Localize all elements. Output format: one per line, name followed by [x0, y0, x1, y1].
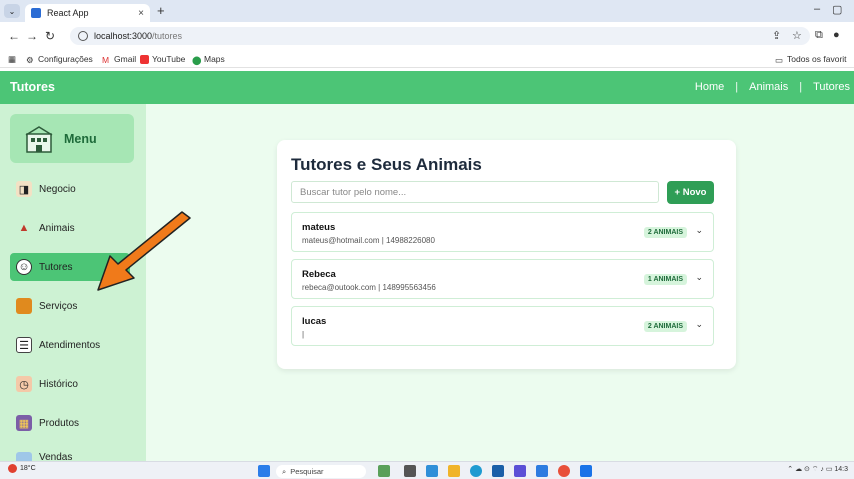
top-nav: Home | Animais | Tutores — [695, 81, 850, 93]
tutor-row[interactable]: lucas | 2 ANIMAIS ⌄ — [291, 306, 714, 346]
tutor-row[interactable]: Rebeca rebeca@outook.com | 148995563456 … — [291, 259, 714, 299]
apps-icon[interactable]: ▦ — [8, 54, 16, 65]
tutor-icon: ☺ — [16, 259, 32, 275]
main-content: Tutores e Seus Animais Buscar tutor pelo… — [146, 104, 854, 461]
menu-title: Menu — [64, 131, 97, 146]
tutor-name: Rebeca — [302, 269, 336, 280]
folder-icon: ▭ — [775, 54, 784, 65]
app-icon[interactable] — [404, 465, 416, 477]
new-tab-button[interactable]: + — [157, 3, 165, 18]
bookmark-configuracoes[interactable]: ⚙ Configurações — [26, 54, 93, 65]
annotation-arrow-icon — [97, 211, 191, 291]
animal-count-badge: 2 ANIMAIS — [643, 227, 687, 238]
system-tray[interactable]: ⌃ ☁ ⊙ ⌔ ♪ ▭ 14:3 — [787, 465, 848, 474]
url-field[interactable]: localhost:3000/tutores — [70, 27, 810, 45]
weather-widget[interactable]: 18°C — [8, 464, 36, 473]
search-input[interactable]: Buscar tutor pelo nome... — [291, 181, 659, 203]
chevron-down-icon[interactable]: ⌄ — [695, 272, 703, 283]
menu-header: Menu — [10, 114, 134, 163]
store-icon[interactable] — [492, 465, 504, 477]
browser-tab-bar: ⌄ React App × + – ▢ — [0, 0, 854, 22]
app-icon[interactable] — [514, 465, 526, 477]
tab-menu-icon[interactable]: ⌄ — [4, 4, 20, 18]
profile-icon[interactable]: ● — [833, 29, 840, 41]
browser-tab[interactable]: React App × — [25, 4, 150, 22]
url-host: localhost:3000 — [94, 31, 153, 41]
taskbar-search[interactable]: ⌕ Pesquisar — [276, 465, 366, 478]
sidebar-item-produtos[interactable]: ▦ Produtos — [16, 415, 79, 431]
extensions-icon[interactable]: ⧉ — [815, 29, 823, 42]
bookmark-youtube[interactable]: YouTube — [140, 54, 185, 64]
tutor-contact: rebeca@outook.com | 148995563456 — [302, 283, 436, 292]
bookmark-gmail[interactable]: M Gmail — [102, 54, 136, 65]
back-icon[interactable]: ← — [8, 29, 20, 43]
reload-icon[interactable]: ↻ — [45, 29, 55, 43]
clock: 14:3 — [834, 466, 848, 473]
forward-icon[interactable]: → — [26, 29, 38, 43]
tutor-name: lucas — [302, 316, 327, 327]
sidebar-item-atendimentos[interactable]: ☰ Atendimentos — [16, 337, 100, 353]
youtube-icon — [140, 54, 149, 64]
bookmarks-bar: ▦ ⚙ Configurações M Gmail YouTube ⬤ Maps… — [0, 50, 854, 68]
business-icon: ◨ — [16, 181, 32, 197]
tray-icons: ⌃ ☁ ⊙ ⌔ ♪ ▭ — [787, 466, 835, 473]
sidebar-item-tutores[interactable]: ☺ Tutores — [16, 259, 73, 275]
all-bookmarks[interactable]: ▭ Todos os favorit — [775, 54, 847, 65]
nav-home[interactable]: Home — [695, 81, 724, 93]
services-icon — [16, 298, 32, 314]
clipboard-icon: ☰ — [16, 337, 32, 353]
tutors-card: Tutores e Seus Animais Buscar tutor pelo… — [277, 140, 736, 369]
nav-tutores[interactable]: Tutores — [813, 81, 850, 93]
products-icon: ▦ — [16, 415, 32, 431]
animal-count-badge: 1 ANIMAIS — [643, 274, 687, 285]
page-title: Tutores e Seus Animais — [291, 155, 482, 174]
search-icon: ⌕ — [282, 466, 287, 476]
maps-pin-icon: ⬤ — [192, 54, 202, 65]
nav-animais[interactable]: Animais — [749, 81, 788, 93]
app-brand: Tutores — [10, 80, 55, 94]
chevron-down-icon[interactable]: ⌄ — [695, 319, 703, 330]
nav-separator: | — [799, 81, 803, 93]
tutor-contact: | — [302, 330, 305, 339]
sales-icon — [16, 452, 32, 461]
animal-count-badge: 2 ANIMAIS — [643, 321, 687, 332]
tab-title: React App — [47, 8, 89, 18]
word-icon[interactable] — [580, 465, 592, 477]
sidebar-item-animais[interactable]: ▲ Animais — [16, 220, 75, 236]
tutor-name: mateus — [302, 222, 336, 233]
bookmark-star-icon[interactable]: ☆ — [792, 29, 802, 42]
sidebar-item-historico[interactable]: ◷ Histórico — [16, 376, 78, 392]
chevron-down-icon[interactable]: ⌄ — [695, 225, 703, 236]
animals-icon: ▲ — [18, 222, 30, 234]
react-favicon-icon — [31, 8, 41, 18]
new-tutor-button[interactable]: + Novo — [667, 181, 714, 204]
url-path: /tutores — [152, 31, 183, 41]
install-icon[interactable]: ⇪ — [772, 29, 781, 42]
site-info-icon[interactable] — [78, 31, 88, 41]
nav-separator: | — [735, 81, 739, 93]
calendar-icon: ◷ — [16, 376, 32, 392]
weather-icon — [8, 464, 17, 473]
app-icon[interactable] — [378, 465, 390, 477]
app-icon[interactable] — [426, 465, 438, 477]
gmail-icon: M — [102, 54, 110, 65]
tutor-contact: mateus@hotmail.com | 14988226080 — [302, 236, 435, 245]
tab-close-icon[interactable]: × — [138, 8, 144, 19]
folder-icon[interactable] — [448, 465, 460, 477]
minimize-icon[interactable]: – — [814, 3, 820, 15]
bookmark-maps[interactable]: ⬤ Maps — [192, 54, 225, 65]
app-header: Tutores Home | Animais | Tutores — [0, 71, 854, 104]
chrome-icon[interactable] — [558, 465, 570, 477]
sidebar-item-negocio[interactable]: ◨ Negocio — [16, 181, 76, 197]
edge-icon[interactable] — [470, 465, 482, 477]
restore-icon[interactable]: ▢ — [832, 3, 842, 16]
windows-start-icon[interactable] — [258, 465, 270, 477]
gear-icon: ⚙ — [26, 54, 34, 65]
sidebar-item-vendas[interactable]: Vendas — [16, 452, 72, 461]
building-icon — [25, 125, 53, 153]
tutor-row[interactable]: mateus mateus@hotmail.com | 14988226080 … — [291, 212, 714, 252]
sidebar-item-servicos[interactable]: Serviços — [16, 298, 77, 314]
vscode-icon[interactable] — [536, 465, 548, 477]
windows-taskbar: 18°C ⌕ Pesquisar ⌃ ☁ ⊙ ⌔ ♪ ▭ 14:3 — [0, 461, 854, 479]
